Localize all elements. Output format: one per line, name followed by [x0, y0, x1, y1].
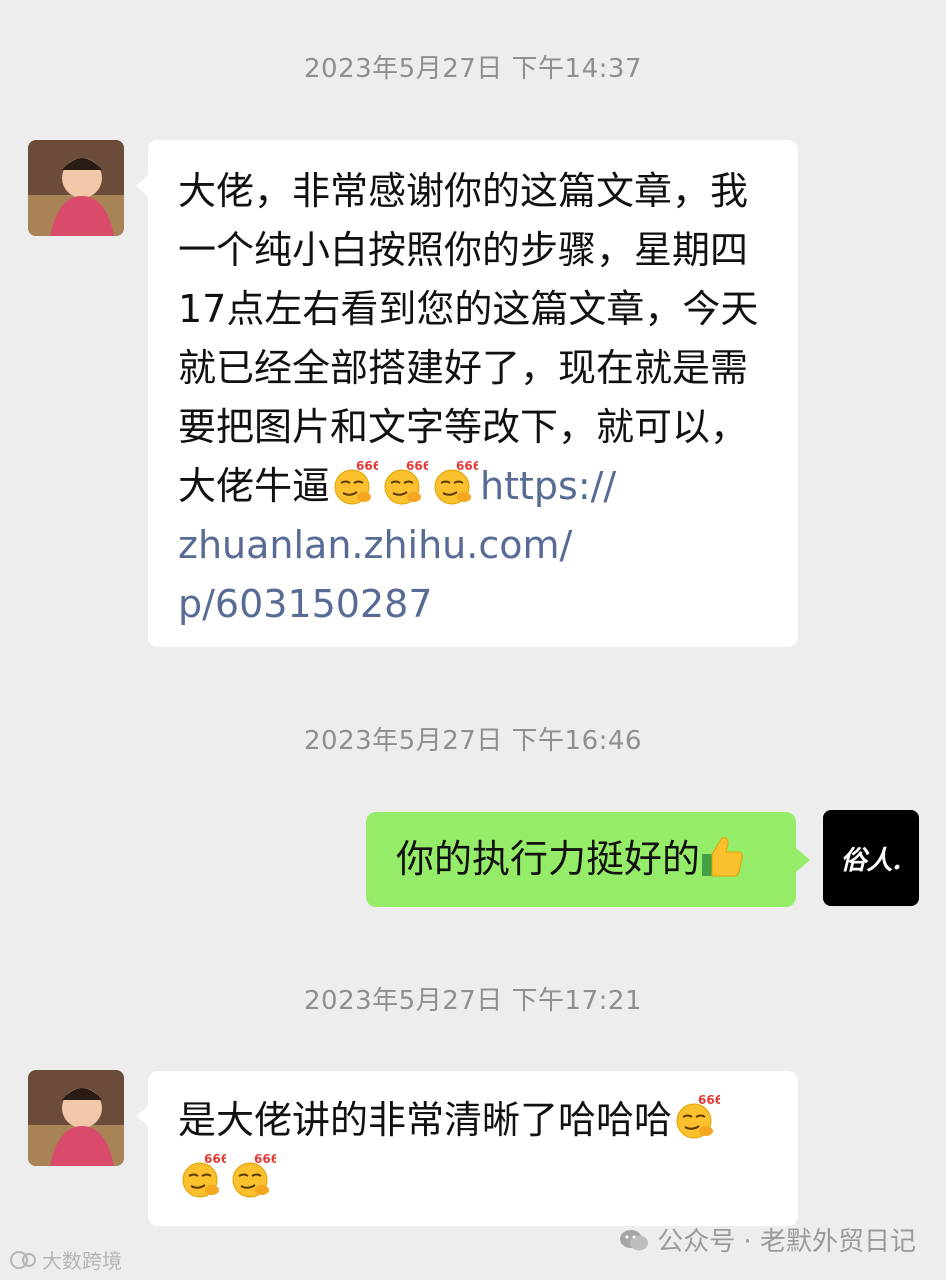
watermark-text: 公众号 · 老默外贸日记	[657, 1227, 916, 1257]
avatar[interactable]	[28, 1070, 124, 1166]
message-bubble[interactable]: 你的执行力挺好的	[366, 812, 796, 907]
avatar-text: 俗人.	[840, 846, 902, 876]
message-line: 大佬牛逼	[178, 464, 331, 508]
avatar-self[interactable]: 俗人.	[823, 810, 919, 906]
avatar[interactable]	[28, 140, 124, 236]
message-bubble[interactable]: 大佬，非常感谢你的这篇文章，我 一个纯小白按照你的步骤，星期四 17点左右看到您…	[148, 140, 798, 647]
smirk-666-emoji-icon: 666	[672, 1093, 720, 1141]
emoji-label: 666	[204, 1152, 226, 1166]
smirk-666-emoji-icon: 666	[228, 1152, 276, 1200]
watermark-left: 大数跨境	[8, 1245, 122, 1274]
smirk-666-emoji-icon: 666	[430, 459, 478, 507]
wechat-icon	[620, 1229, 649, 1250]
message-line: 大佬，非常感谢你的这篇文章，我	[178, 169, 749, 213]
brand-logo-icon	[10, 1250, 36, 1269]
emoji-label: 666	[456, 459, 478, 473]
emoji-label: 666	[406, 459, 428, 473]
message-text: 你的执行力挺好的	[396, 837, 701, 881]
emoji-label: 666	[254, 1152, 276, 1166]
smirk-666-emoji-icon: 666	[330, 459, 378, 507]
timestamp: 2023年5月27日 下午17:21	[304, 986, 642, 1016]
message-line: 17点左右看到您的这篇文章，今天	[178, 287, 759, 331]
emoji-label: 666	[356, 459, 378, 473]
message-bubble[interactable]: 是大佬讲的非常清晰了哈哈哈 666 666 666	[148, 1071, 798, 1226]
watermark-text: 大数跨境	[42, 1249, 122, 1273]
watermark-right: 公众号 · 老默外贸日记	[619, 1221, 916, 1258]
timestamp: 2023年5月27日 下午14:37	[304, 54, 642, 84]
smirk-666-emoji-icon: 666	[380, 459, 428, 507]
message-line: 是大佬讲的非常清晰了哈哈哈	[178, 1098, 673, 1142]
timestamp: 2023年5月27日 下午16:46	[304, 726, 642, 756]
message-link[interactable]: p/603150287	[178, 575, 758, 634]
avatar-photo-icon	[28, 1070, 124, 1166]
message-line: 就已经全部搭建好了，现在就是需	[178, 346, 749, 390]
message-link[interactable]: https://	[480, 464, 616, 508]
message-line: 一个纯小白按照你的步骤，星期四	[178, 228, 749, 272]
emoji-label: 666	[698, 1093, 720, 1107]
message-link[interactable]: zhuanlan.zhihu.com/	[178, 516, 758, 575]
message-line: 要把图片和文字等改下，就可以，	[178, 405, 749, 449]
smirk-666-emoji-icon: 666	[178, 1152, 226, 1200]
avatar-photo-icon	[28, 140, 124, 236]
thumbs-up-icon	[702, 837, 743, 877]
